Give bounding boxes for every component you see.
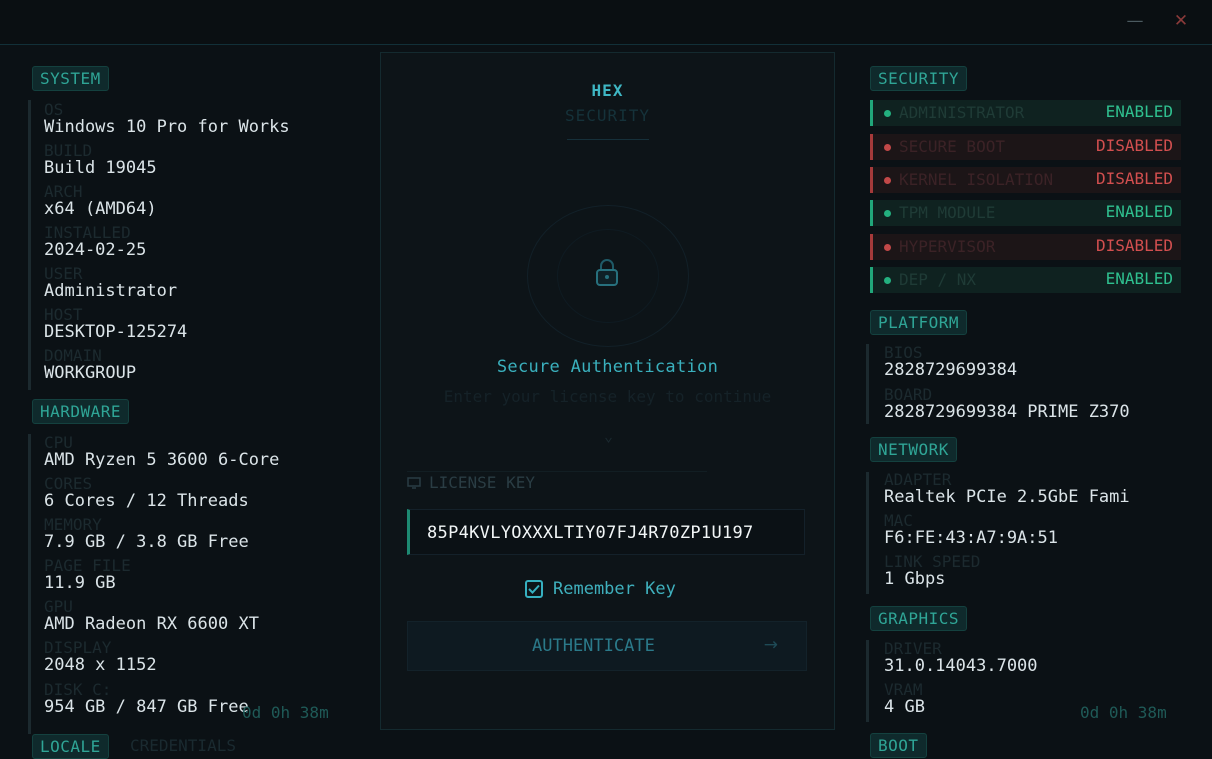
field-value: AMD Ryzen 5 3600 6-Core bbox=[44, 450, 280, 470]
security-row-name: HYPERVISOR bbox=[899, 237, 996, 256]
field-value: Build 19045 bbox=[44, 158, 157, 178]
section-heading-network: NETWORK bbox=[870, 437, 957, 462]
field-value: 4 GB bbox=[884, 697, 925, 717]
status-badge: ENABLED bbox=[1105, 269, 1173, 288]
security-row-name: KERNEL ISOLATION bbox=[899, 170, 1054, 189]
field-value: AMD Radeon RX 6600 XT bbox=[44, 614, 259, 634]
close-icon: ✕ bbox=[1173, 11, 1189, 31]
status-badge: DISABLED bbox=[1095, 136, 1173, 155]
section-heading-system: SYSTEM bbox=[32, 66, 109, 91]
divider bbox=[866, 344, 869, 424]
field-value: DESKTOP-125274 bbox=[44, 322, 188, 342]
checkbox-check-icon[interactable] bbox=[525, 580, 543, 598]
section-heading-credentials: CREDENTIALS bbox=[130, 736, 236, 755]
auth-title: Secure Authentication bbox=[496, 357, 719, 377]
security-row-dep-nx: DEP / NX ENABLED bbox=[870, 267, 1181, 293]
field-value: x64 (AMD64) bbox=[44, 199, 157, 219]
field-value: 11.9 GB bbox=[44, 573, 116, 593]
field-value: 954 GB / 847 GB Free bbox=[44, 697, 249, 717]
security-row-name: SECURE BOOT bbox=[899, 137, 1005, 156]
chevron-down-icon: ⌄ bbox=[604, 427, 614, 445]
divider bbox=[0, 44, 1212, 45]
arrow-right-icon: → bbox=[763, 635, 778, 655]
uptime-counter: 0d 0h 38m bbox=[242, 703, 329, 722]
section-heading-hardware: HARDWARE bbox=[32, 399, 130, 424]
status-badge: DISABLED bbox=[1095, 236, 1173, 255]
field-value: 31.0.14043.7000 bbox=[884, 656, 1038, 676]
minimize-button[interactable]: — bbox=[1120, 6, 1150, 36]
divider bbox=[866, 640, 869, 722]
field-value: 7.9 GB / 3.8 GB Free bbox=[44, 532, 249, 552]
security-row-secure-boot: SECURE BOOT DISABLED bbox=[870, 134, 1181, 160]
title-bar bbox=[0, 0, 1212, 44]
divider bbox=[567, 139, 649, 140]
field-value: 2828729699384 PRIME Z370 bbox=[884, 402, 1130, 422]
auth-subtitle: Enter your license key to continue bbox=[443, 387, 772, 406]
license-key-label: LICENSE KEY bbox=[407, 473, 535, 492]
license-key-input[interactable]: 85P4KVLYOXXXLTIY07FJ4R70ZP1U197 bbox=[407, 509, 805, 555]
authenticate-button[interactable]: AUTHENTICATE → bbox=[407, 621, 807, 671]
logo-title: HEX bbox=[591, 81, 624, 100]
field-value: WORKGROUP bbox=[44, 363, 137, 383]
section-heading-security: SECURITY bbox=[870, 66, 968, 91]
security-row-tpm-module: TPM MODULE ENABLED bbox=[870, 200, 1181, 226]
lock-icon bbox=[596, 259, 618, 286]
monitor-icon bbox=[407, 476, 421, 489]
field-value: F6:FE:43:A7:9A:51 bbox=[884, 528, 1058, 548]
security-row-name: TPM MODULE bbox=[899, 203, 996, 222]
field-value: 2024-02-25 bbox=[44, 240, 147, 260]
left-panel: SYSTEM OS Windows 10 Pro for Works BUILD… bbox=[28, 52, 358, 759]
section-heading-platform: PLATFORM bbox=[870, 310, 968, 335]
divider bbox=[28, 100, 31, 390]
security-row-hypervisor: HYPERVISOR DISABLED bbox=[870, 234, 1181, 260]
status-dot-icon bbox=[884, 277, 891, 284]
divider bbox=[866, 472, 869, 594]
minimize-icon: — bbox=[1126, 11, 1144, 31]
status-dot-icon bbox=[884, 144, 891, 151]
section-heading-locale: LOCALE bbox=[32, 734, 109, 759]
status-badge: ENABLED bbox=[1105, 102, 1173, 121]
remember-key-checkbox[interactable]: Remember Key bbox=[525, 579, 676, 599]
field-value: Administrator bbox=[44, 281, 178, 301]
security-row-name: DEP / NX bbox=[899, 270, 977, 289]
status-dot-icon bbox=[884, 177, 891, 184]
section-heading-graphics: GRAPHICS bbox=[870, 606, 968, 631]
status-dot-icon bbox=[884, 210, 891, 217]
authenticate-button-label: AUTHENTICATE bbox=[532, 636, 655, 656]
security-row-kernel-isolation: KERNEL ISOLATION DISABLED bbox=[870, 167, 1181, 193]
status-dot-icon bbox=[884, 244, 891, 251]
field-value: 6 Cores / 12 Threads bbox=[44, 491, 249, 511]
uptime-counter: 0d 0h 38m bbox=[1080, 703, 1167, 722]
status-badge: ENABLED bbox=[1105, 202, 1173, 221]
logo-subtitle: SECURITY bbox=[564, 106, 651, 125]
section-heading-boot: BOOT bbox=[870, 733, 927, 758]
remember-key-label: Remember Key bbox=[553, 579, 676, 599]
field-value: 2048 x 1152 bbox=[44, 655, 157, 675]
field-value: Realtek PCIe 2.5GbE Fami bbox=[884, 487, 1130, 507]
security-row-administrator: ADMINISTRATOR ENABLED bbox=[870, 100, 1181, 126]
divider bbox=[28, 434, 31, 734]
status-badge: DISABLED bbox=[1095, 169, 1173, 188]
security-row-name: ADMINISTRATOR bbox=[899, 103, 1025, 122]
close-button[interactable]: ✕ bbox=[1166, 6, 1196, 36]
divider bbox=[407, 471, 707, 472]
status-dot-icon bbox=[884, 110, 891, 117]
license-key-label-text: LICENSE KEY bbox=[429, 473, 535, 492]
field-value: Windows 10 Pro for Works bbox=[44, 117, 290, 137]
auth-card: HEX SECURITY Secure Authentication Enter… bbox=[380, 52, 835, 730]
field-value: 1 Gbps bbox=[884, 569, 946, 589]
field-value: 2828729699384 bbox=[884, 360, 1018, 380]
